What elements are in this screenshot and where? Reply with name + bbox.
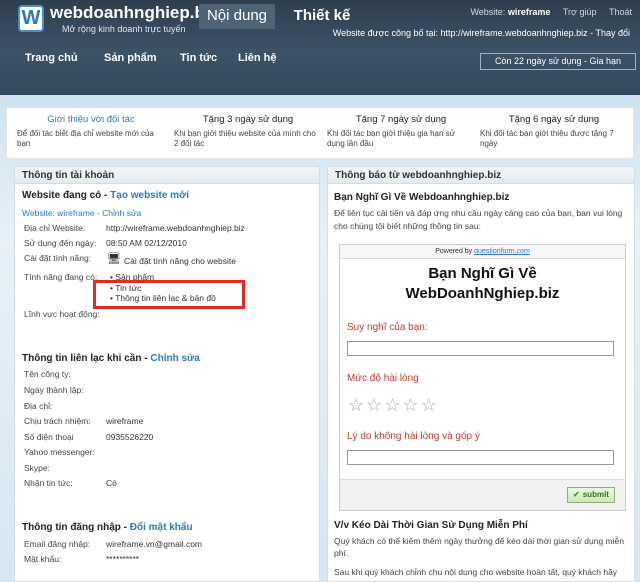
promo-item[interactable]: Giới thiệu với đối tác Để đối tác biết đ… bbox=[17, 114, 165, 149]
star-icon[interactable]: ☆ bbox=[402, 395, 418, 415]
question-thoughts-label: Suy nghĩ của bạn: bbox=[347, 322, 428, 333]
nav-home[interactable]: Trang chủ bbox=[25, 52, 78, 64]
phone-label: Số điện thoại bbox=[24, 432, 74, 442]
survey-form-title: Bạn Nghĩ Gì Về WebDoanhNghiep.biz bbox=[405, 265, 560, 302]
install-feature-link[interactable]: Cài đặt tính năng cho website bbox=[124, 256, 236, 266]
remaining-days-button[interactable]: Còn 22 ngày sử dụng - Gia hạn bbox=[480, 53, 636, 70]
website-heading: Website đang có - Tạo website mới bbox=[22, 190, 189, 201]
highlight-box bbox=[93, 280, 245, 309]
computer-icon: 🖥 bbox=[107, 253, 121, 265]
news-paragraph-2: Sau khi quý khách chỉnh chu nội dung cho… bbox=[334, 567, 618, 577]
login-heading: Thông tin đăng nhập - Đổi mật khẩu bbox=[22, 522, 193, 533]
promo-item: Tặng 7 ngày sử dụng Khi đối tác bạn giới… bbox=[327, 114, 475, 149]
website-address-link[interactable]: http://wireframe.webdoanhnghiep.biz bbox=[106, 223, 245, 233]
nav-products[interactable]: Sản phẩm bbox=[104, 52, 157, 64]
create-website-link[interactable]: Tạo website mới bbox=[110, 190, 189, 201]
survey-form: Powered by questionform.com Bạn Nghĩ Gì … bbox=[339, 244, 626, 511]
responsible-label: Chịu trách nhiệm: bbox=[24, 416, 91, 426]
star-icon[interactable]: ☆ bbox=[366, 395, 382, 415]
top-links: Website: wireframe Trợ giúp Thoát bbox=[460, 7, 632, 17]
nav-news[interactable]: Tin tức bbox=[180, 52, 217, 64]
promo-strip: Giới thiệu với đối tác Để đối tác biết đ… bbox=[6, 107, 634, 159]
powered-by: Powered by questionform.com bbox=[340, 245, 625, 259]
newsletter-label: Nhận tin tức: bbox=[24, 478, 73, 488]
login-email-value: wireframe.vn@gmail.com bbox=[106, 539, 203, 549]
address-label: Địa chỉ: bbox=[24, 401, 53, 411]
thoughts-input[interactable] bbox=[347, 341, 614, 356]
news-title: V/v Kéo Dài Thời Gian Sử Dụng Miễn Phí bbox=[334, 520, 528, 531]
expiry-label: Sử dụng đến ngày: bbox=[24, 238, 97, 248]
promo-title: Tặng 6 ngày sử dụng bbox=[508, 114, 600, 125]
promo-desc: Khi đối tác bạn giới thiệu được tặng 7 n… bbox=[480, 129, 614, 148]
logo-icon[interactable]: W bbox=[18, 5, 44, 32]
promo-desc: Khi đối tác bạn giới thiệu gia hạn sử dụ… bbox=[327, 129, 456, 148]
website-name-link[interactable]: Website: wireframe bbox=[22, 208, 95, 218]
edit-contact-link[interactable]: Chỉnh sửa bbox=[150, 353, 199, 364]
star-icon[interactable]: ☆ bbox=[384, 395, 400, 415]
satisfaction-rating: ☆ ☆ ☆ ☆ ☆ bbox=[348, 395, 439, 416]
features-label: Tính năng đang có: bbox=[24, 272, 98, 282]
login-email-label: Email đăng nhập: bbox=[24, 539, 91, 549]
submit-button[interactable]: ✔ submit bbox=[567, 487, 615, 503]
founded-date-label: Ngày thành lập: bbox=[24, 385, 84, 395]
company-name-label: Tên công ty: bbox=[24, 369, 71, 379]
password-value: ********** bbox=[106, 554, 140, 564]
responsible-value: wireframe bbox=[106, 416, 144, 426]
star-icon[interactable]: ☆ bbox=[421, 395, 437, 415]
install-feature-label: Cài đặt tính năng: bbox=[24, 253, 92, 263]
reason-input[interactable] bbox=[347, 450, 614, 465]
business-field-label: Lĩnh vực hoạt động: bbox=[24, 309, 100, 319]
question-reason-label: Lý do không hài lòng và góp ý bbox=[347, 431, 480, 442]
top-header: W webdoanhnghiep.biz Mở rộng kinh doanh … bbox=[0, 0, 640, 95]
website-label: Website: bbox=[470, 7, 506, 17]
brand-subtitle: Mở rộng kinh doanh trực tuyến bbox=[62, 24, 186, 34]
survey-description: Để liên tục cải tiến và đáp ứng nhu cầu … bbox=[334, 208, 623, 231]
notice-panel-heading: Thông báo từ webdoanhnghiep.biz bbox=[328, 167, 634, 184]
yahoo-label: Yahoo messenger: bbox=[24, 447, 95, 457]
form-footer: ✔ submit bbox=[340, 479, 625, 510]
survey-title: Bạn Nghĩ Gì Về Webdoanhnghiep.biz bbox=[334, 192, 510, 203]
change-password-link[interactable]: Đổi mật khẩu bbox=[130, 522, 193, 533]
promo-item: Tặng 3 ngày sử dụng Khi bạn giới thiệu w… bbox=[174, 114, 322, 149]
skype-label: Skype: bbox=[24, 463, 50, 473]
phone-value: 0935526220 bbox=[106, 432, 154, 442]
promo-desc: Khi bạn giới thiệu website của mình cho … bbox=[174, 129, 316, 148]
news-paragraph-1: Quý khách có thể kiếm thêm ngày thưởng đ… bbox=[334, 536, 624, 558]
newsletter-value: Có bbox=[106, 478, 117, 488]
website-name-row: Website: wireframe - Chỉnh sửa bbox=[22, 208, 142, 218]
promo-title[interactable]: Giới thiệu với đối tác bbox=[17, 114, 165, 125]
account-panel-heading: Thông tin tài khoản bbox=[15, 167, 319, 184]
promo-title: Tặng 3 ngày sử dụng bbox=[202, 114, 294, 125]
tab-thiet-ke[interactable]: Thiết kế bbox=[290, 4, 354, 29]
website-address-label: Địa chỉ Website: bbox=[24, 223, 86, 233]
check-icon: ✔ bbox=[573, 490, 580, 499]
promo-item: Tặng 6 ngày sử dụng Khi đối tác bạn giới… bbox=[480, 114, 628, 149]
promo-title: Tặng 7 ngày sử dụng bbox=[355, 114, 447, 125]
brand-title[interactable]: webdoanhnghiep.biz bbox=[50, 3, 218, 23]
nav-contact[interactable]: Liên hệ bbox=[238, 52, 277, 64]
publish-info[interactable]: Website được công bố tại: http://wirefra… bbox=[333, 28, 630, 38]
website-name-link[interactable]: wireframe bbox=[508, 7, 551, 17]
question-satisfaction-label: Mức độ hài lòng bbox=[347, 373, 419, 384]
promo-desc: Để đối tác biết địa chỉ website mới của … bbox=[17, 129, 154, 148]
password-label: Mật khẩu: bbox=[24, 554, 62, 564]
logout-link[interactable]: Thoát bbox=[609, 7, 632, 17]
tab-noi-dung[interactable]: Nội dung bbox=[199, 4, 275, 29]
help-link[interactable]: Trợ giúp bbox=[563, 7, 597, 17]
expiry-value: 08:50 AM 02/12/2010 bbox=[106, 238, 187, 248]
contact-heading: Thông tin liên lạc khi cần - Chỉnh sửa bbox=[22, 353, 200, 364]
questionform-link[interactable]: questionform.com bbox=[474, 248, 530, 255]
edit-website-link[interactable]: Chỉnh sửa bbox=[102, 208, 141, 218]
star-icon[interactable]: ☆ bbox=[348, 395, 364, 415]
